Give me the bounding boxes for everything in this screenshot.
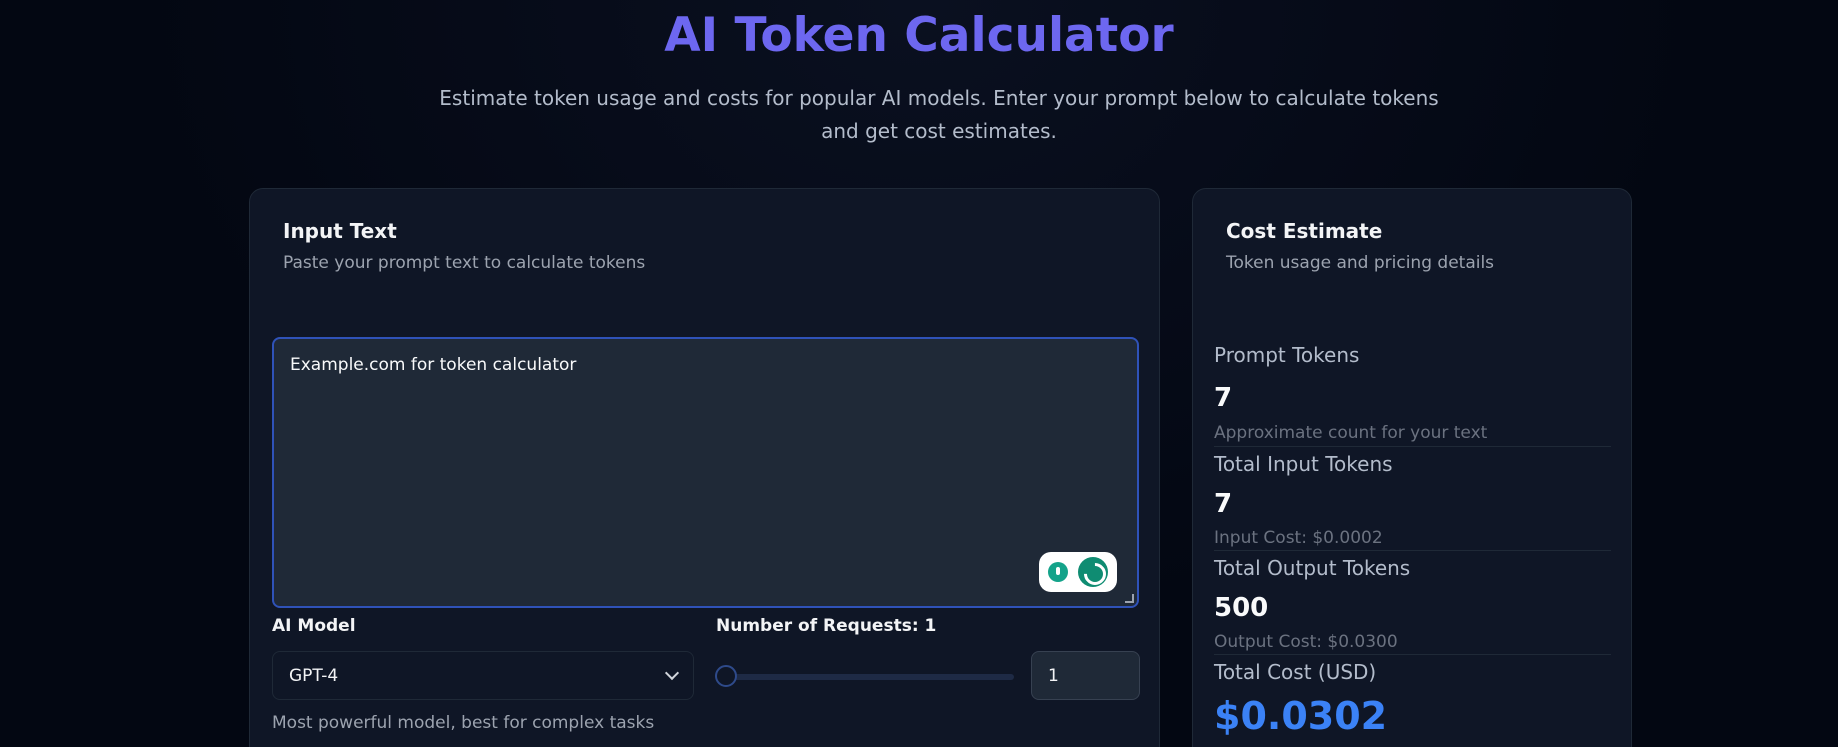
input-card-description: Paste your prompt text to calculate toke…: [283, 253, 646, 273]
prompt-tokens-label: Prompt Tokens: [1214, 343, 1360, 367]
model-description: Most powerful model, best for complex ta…: [272, 713, 655, 733]
prompt-tokens-value: 7: [1214, 383, 1233, 413]
input-card-title: Input Text: [283, 219, 397, 243]
page-title: AI Token Calculator: [664, 8, 1174, 63]
prompt-textarea[interactable]: Example.com for token calculator: [272, 337, 1139, 608]
model-label: AI Model: [272, 616, 356, 636]
cost-card-title: Cost Estimate: [1226, 219, 1383, 243]
resize-handle[interactable]: [1125, 594, 1134, 603]
total-output-label: Total Output Tokens: [1214, 556, 1411, 580]
page-subtitle: Estimate token usage and costs for popul…: [439, 86, 1439, 143]
requests-slider-thumb[interactable]: [715, 665, 737, 687]
total-cost-value: $0.0302: [1214, 694, 1388, 738]
total-output-value: 500: [1214, 593, 1269, 623]
model-select[interactable]: GPT-4: [272, 651, 694, 700]
bulb-icon[interactable]: [1048, 562, 1068, 582]
cost-card-description: Token usage and pricing details: [1226, 253, 1495, 273]
divider: [1214, 446, 1611, 447]
cost-card: Cost Estimate Token usage and pricing de…: [1192, 188, 1632, 747]
prompt-text: Example.com for token calculator: [290, 355, 577, 375]
divider: [1214, 550, 1611, 551]
total-cost-label: Total Cost (USD): [1214, 660, 1377, 684]
requests-label: Number of Requests: 1: [716, 616, 937, 636]
grammarly-logo-icon[interactable]: [1078, 557, 1108, 587]
total-input-value: 7: [1214, 489, 1233, 519]
chevron-down-icon: [664, 665, 680, 681]
total-input-label: Total Input Tokens: [1214, 452, 1393, 476]
input-cost-note: Input Cost: $0.0002: [1214, 528, 1383, 548]
writing-assistant-widget[interactable]: [1039, 552, 1117, 592]
requests-number-input[interactable]: 1: [1031, 651, 1140, 700]
prompt-tokens-note: Approximate count for your text: [1214, 423, 1488, 443]
requests-number-value: 1: [1048, 665, 1059, 686]
input-card: Input Text Paste your prompt text to cal…: [249, 188, 1160, 747]
model-selected-value: GPT-4: [289, 665, 339, 686]
divider: [1214, 654, 1611, 655]
requests-slider-track[interactable]: [720, 674, 1014, 680]
output-cost-note: Output Cost: $0.0300: [1214, 632, 1398, 652]
page: AI Token Calculator Estimate token usage…: [0, 0, 1838, 747]
